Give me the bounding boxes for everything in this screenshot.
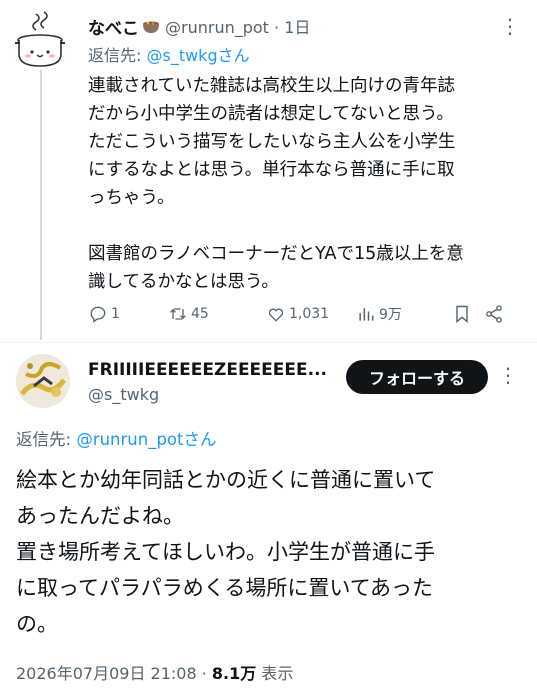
view-count: 8.1万 <box>211 664 257 683</box>
handle-and-time[interactable]: @runrun_pot · 1日 <box>165 14 310 38</box>
like-count: 1,031 <box>289 306 330 322</box>
repost-count: 45 <box>191 306 209 322</box>
hotpot-emoji-icon <box>141 18 161 34</box>
tweet-text: 絵本とか幼年同話とかの近くに普通に置いて あったんだよね。 置き場所考えてほしい… <box>16 468 436 636</box>
reply-button[interactable]: 1 <box>88 304 168 324</box>
tweet-header: なべこ @runrun_pot · 1日 <box>88 12 517 40</box>
tweet-actions-bar: 1 45 1,031 9万 <box>88 300 516 328</box>
reply-to-line: 返信先: @runrun_potさん <box>16 426 217 450</box>
reply-to-line: 返信先: @s_twkgさん <box>88 42 250 66</box>
repost-icon <box>170 308 186 320</box>
reply-to-handle-link[interactable]: @runrun_potさん <box>76 430 216 449</box>
display-name[interactable]: FRIIIIIEEEEEEZEEEEEEE... <box>88 360 328 380</box>
thread-connector-line <box>40 70 42 340</box>
tweet-text: 連載されていた雑誌は高校生以上向けの青年誌 だから小中学生の読者は想定してないと… <box>88 76 464 292</box>
share-button[interactable] <box>484 304 516 324</box>
more-options-icon[interactable]: ⋮ <box>500 14 520 38</box>
reply-count: 1 <box>111 306 120 322</box>
more-options-icon[interactable]: ⋮ <box>498 363 518 387</box>
avatar[interactable] <box>16 354 70 408</box>
views-button[interactable]: 9万 <box>356 304 452 324</box>
tweet-metadata: 2026年07月09日 21:08 · 8.1万 表示 <box>16 660 293 684</box>
analytics-icon <box>359 308 374 321</box>
reply-to-handle-link[interactable]: @s_twkgさん <box>146 46 249 65</box>
like-button[interactable]: 1,031 <box>266 304 356 324</box>
avatar-pot-icon[interactable] <box>14 10 66 70</box>
views-label: 表示 <box>256 664 294 683</box>
reply-to-prefix: 返信先: <box>88 46 147 65</box>
bookmark-icon <box>456 305 468 324</box>
repost-button[interactable]: 45 <box>168 304 266 324</box>
share-icon <box>486 305 502 323</box>
timestamp[interactable]: 2026年07月09日 21:08 · <box>16 664 212 683</box>
reply-to-prefix: 返信先: <box>16 430 77 449</box>
display-name[interactable]: なべこ <box>88 14 139 39</box>
reply-icon <box>90 306 106 323</box>
tweet-parent[interactable]: なべこ @runrun_pot · 1日 ⋮ 返信先: @s_twkgさん 連載… <box>0 0 537 340</box>
handle[interactable]: @s_twkg <box>88 385 159 404</box>
view-count: 9万 <box>379 307 402 323</box>
follow-button[interactable]: フォローする <box>346 360 488 394</box>
bookmark-button[interactable] <box>452 304 484 324</box>
tweet-divider <box>0 342 537 343</box>
heart-icon <box>268 308 284 322</box>
